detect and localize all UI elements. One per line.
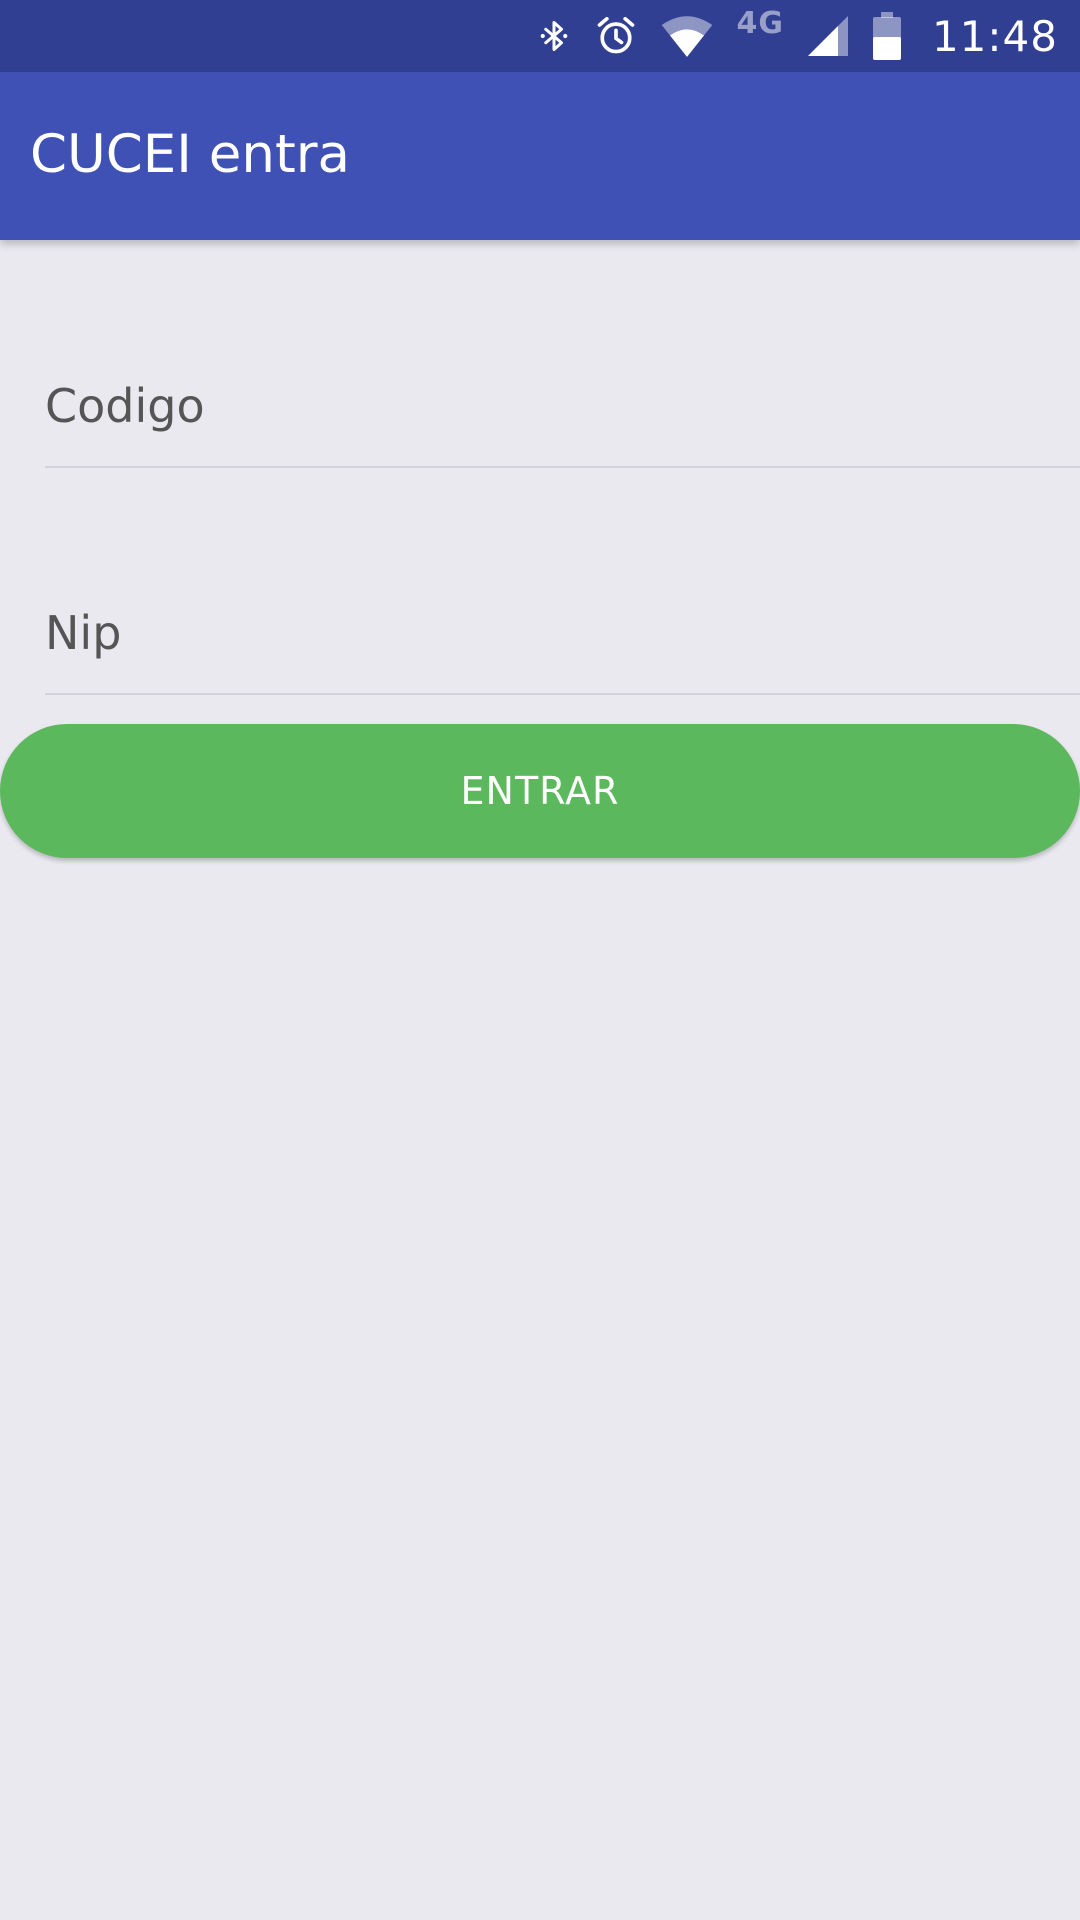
status-icons: 4G 11:48	[514, 0, 1058, 72]
alarm-icon	[598, 16, 635, 54]
entrar-button[interactable]: ENTRAR	[0, 724, 1080, 858]
bluetooth-icon	[541, 21, 568, 51]
nip-input[interactable]	[45, 583, 1045, 683]
cell-signal-icon	[807, 16, 848, 56]
network-type-label: 4G	[736, 5, 784, 41]
nip-field	[45, 583, 1080, 695]
screen: 4G 11:48 CUCEI entra ENTRAR	[0, 0, 1080, 1920]
battery-icon	[872, 12, 901, 60]
codigo-field	[45, 356, 1080, 468]
wifi-icon	[662, 16, 713, 57]
codigo-input[interactable]	[45, 356, 1045, 456]
status-bar: 4G 11:48	[0, 0, 1080, 72]
status-clock: 11:48	[931, 11, 1058, 61]
app-title: CUCEI entra	[30, 124, 351, 185]
app-bar: CUCEI entra	[0, 72, 1080, 240]
